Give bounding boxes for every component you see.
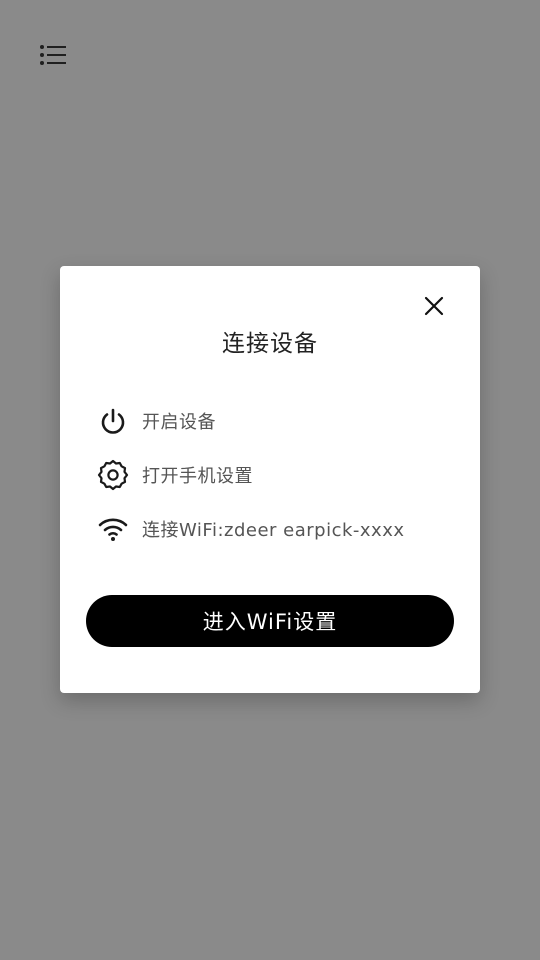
enter-wifi-settings-button[interactable]: 进入WiFi设置 [86,595,454,647]
power-icon [96,404,130,438]
wifi-icon [96,512,130,546]
step-label: 开启设备 [142,412,216,433]
step-label: 连接WiFi:zdeer earpick-xxxx [142,520,405,541]
step-power-on: 开启设备 [96,404,216,438]
screen-background: 连接设备 开启设备 打开手机设置 连接WiFi:zdeer earpick-xx… [0,0,540,960]
step-connect-wifi: 连接WiFi:zdeer earpick-xxxx [96,512,405,546]
hamburger-menu-icon [40,45,66,65]
close-button[interactable] [421,293,447,319]
dialog-title: 连接设备 [222,331,318,357]
step-open-settings: 打开手机设置 [96,458,253,492]
close-icon [424,296,444,316]
settings-gear-icon [96,458,130,492]
connect-device-dialog: 连接设备 开启设备 打开手机设置 连接WiFi:zdeer earpick-xx… [60,266,480,693]
step-label: 打开手机设置 [142,466,253,487]
menu-button[interactable] [36,40,70,70]
